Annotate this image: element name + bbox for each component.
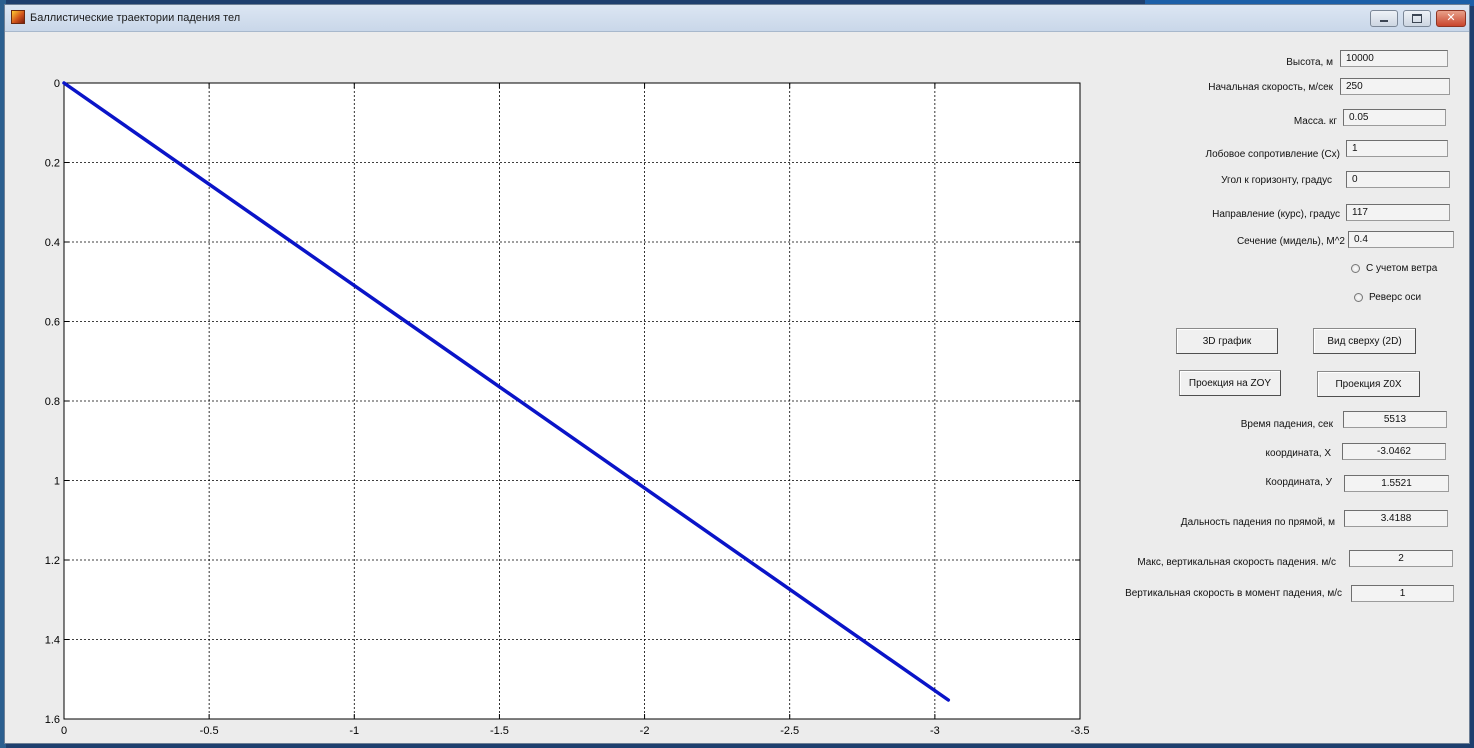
y-tick-label: 0.4 — [45, 237, 60, 249]
title-bar[interactable]: Баллистические траектории падения тел ✕ — [5, 5, 1469, 32]
height-label: Высота, м — [1286, 57, 1333, 68]
minimize-button[interactable] — [1370, 10, 1398, 27]
mass-label: Масса. кг — [1293, 116, 1337, 127]
y-tick-label: 1.4 — [45, 635, 60, 647]
drag-coefficient-field[interactable]: 1 — [1346, 140, 1448, 157]
max-vertical-speed-field: 2 — [1349, 550, 1453, 567]
impact-vertical-speed-label: Вертикальная скорость в момент падения, … — [1125, 588, 1342, 599]
heading-field[interactable]: 117 — [1346, 204, 1450, 221]
window-title: Баллистические траектории падения тел — [30, 12, 241, 24]
coord-y-field: 1.5521 — [1344, 475, 1449, 492]
projection-zoy-button[interactable]: Проекция на ZOY — [1179, 370, 1281, 396]
trajectory-plot: 0 -0.5 -1 -1.5 -2 -2.5 -3 -3.5 0 0.2 0.4 0.6 0.8 1 1.2… — [5, 31, 1095, 745]
drag-coefficient-label: Лобовое сопротивление (Cx) — [1205, 149, 1340, 160]
x-tick-label: -3 — [930, 725, 940, 737]
y-tick-label: 0.6 — [45, 317, 60, 329]
projection-zox-button[interactable]: Проекция Z0X — [1317, 371, 1420, 397]
maximize-button[interactable] — [1403, 10, 1431, 27]
wind-option-radio[interactable]: С учетом ветра — [1351, 263, 1437, 274]
chart-svg: 0 -0.5 -1 -1.5 -2 -2.5 -3 -3.5 0 0.2 0.4 0.6 0.8 1 1.2… — [45, 78, 1090, 737]
x-tick-label: -1.5 — [490, 725, 509, 737]
matlab-app-icon — [11, 10, 25, 24]
plot-3d-button[interactable]: 3D график — [1176, 328, 1278, 354]
reverse-axis-radio[interactable]: Реверс оси — [1354, 292, 1421, 303]
coord-x-field: -3.0462 — [1342, 443, 1446, 460]
cross-section-label: Сечение (мидель), M^2 — [1236, 236, 1345, 247]
maximize-icon — [1412, 14, 1422, 23]
x-tick-label: -2.5 — [780, 725, 799, 737]
x-tick-label: -3.5 — [1071, 725, 1090, 737]
range-label: Дальность падения по прямой, м — [1180, 517, 1335, 528]
wind-option-label: С учетом ветра — [1366, 263, 1438, 274]
x-tick-label: -0.5 — [200, 725, 219, 737]
y-tick-label: 0.2 — [45, 158, 60, 170]
impact-vertical-speed-field: 1 — [1351, 585, 1454, 602]
y-tick-label: 1.2 — [45, 555, 60, 567]
elevation-angle-label: Угол к горизонту, градус — [1221, 175, 1332, 186]
height-field[interactable]: 10000 — [1340, 50, 1448, 67]
reverse-axis-label: Реверс оси — [1369, 292, 1422, 303]
y-tick-label: 1.6 — [45, 714, 60, 726]
initial-speed-label: Начальная скорость, м/сек — [1208, 82, 1333, 93]
app-window: Баллистические траектории падения тел ✕ … — [4, 4, 1470, 744]
fall-time-field: 5513 — [1343, 411, 1447, 428]
radio-circle-icon[interactable] — [1354, 293, 1363, 302]
elevation-angle-field[interactable]: 0 — [1346, 171, 1450, 188]
close-icon: ✕ — [1446, 12, 1456, 24]
top-view-button[interactable]: Вид сверху (2D) — [1313, 328, 1416, 354]
heading-label: Направление (курс), градус — [1212, 209, 1340, 220]
mass-field[interactable]: 0.05 — [1343, 109, 1446, 126]
range-field: 3.4188 — [1344, 510, 1448, 527]
initial-speed-field[interactable]: 250 — [1340, 78, 1450, 95]
x-tick-label: -1 — [349, 725, 359, 737]
cross-section-field[interactable]: 0.4 — [1348, 231, 1454, 248]
max-vertical-speed-label: Макс, вертикальная скорость падения. м/с — [1137, 557, 1336, 568]
x-tick-label: 0 — [61, 725, 67, 737]
radio-circle-icon[interactable] — [1351, 264, 1360, 273]
y-tick-label: 0.8 — [45, 396, 60, 408]
coord-x-label: координата, X — [1265, 448, 1331, 459]
y-tick-label: 1 — [54, 476, 60, 488]
fall-time-label: Время падения, сек — [1240, 419, 1333, 430]
minimize-icon — [1380, 20, 1388, 22]
coord-y-label: Координата, У — [1265, 477, 1332, 488]
close-button[interactable]: ✕ — [1436, 10, 1466, 27]
x-tick-label: -2 — [640, 725, 650, 737]
y-tick-label: 0 — [54, 78, 60, 90]
